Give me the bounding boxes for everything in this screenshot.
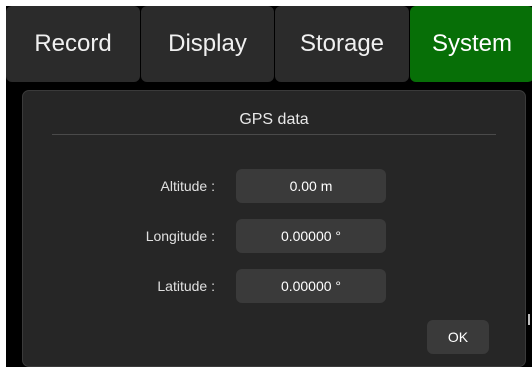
- dialog-title: GPS data: [239, 111, 309, 128]
- latitude-value: 0.00000 °: [236, 269, 386, 303]
- device-screen: Record Display Storage System GPS data A…: [6, 6, 532, 367]
- edge-marker: [528, 314, 530, 325]
- altitude-value: 0.00 m: [236, 169, 386, 203]
- tab-bar: Record Display Storage System: [6, 6, 532, 82]
- tab-record[interactable]: Record: [6, 6, 140, 82]
- gps-data-dialog: GPS data Altitude : 0.00 m Longitude : 0…: [22, 90, 526, 367]
- longitude-value: 0.00000 °: [236, 219, 386, 253]
- tab-storage[interactable]: Storage: [275, 6, 409, 82]
- tab-system[interactable]: System: [410, 6, 532, 82]
- altitude-label: Altitude :: [160, 178, 215, 194]
- longitude-label: Longitude :: [145, 228, 215, 244]
- ok-button[interactable]: OK: [427, 320, 489, 354]
- latitude-label: Latitude :: [157, 278, 215, 294]
- tab-display[interactable]: Display: [141, 6, 274, 82]
- title-divider: [52, 134, 496, 135]
